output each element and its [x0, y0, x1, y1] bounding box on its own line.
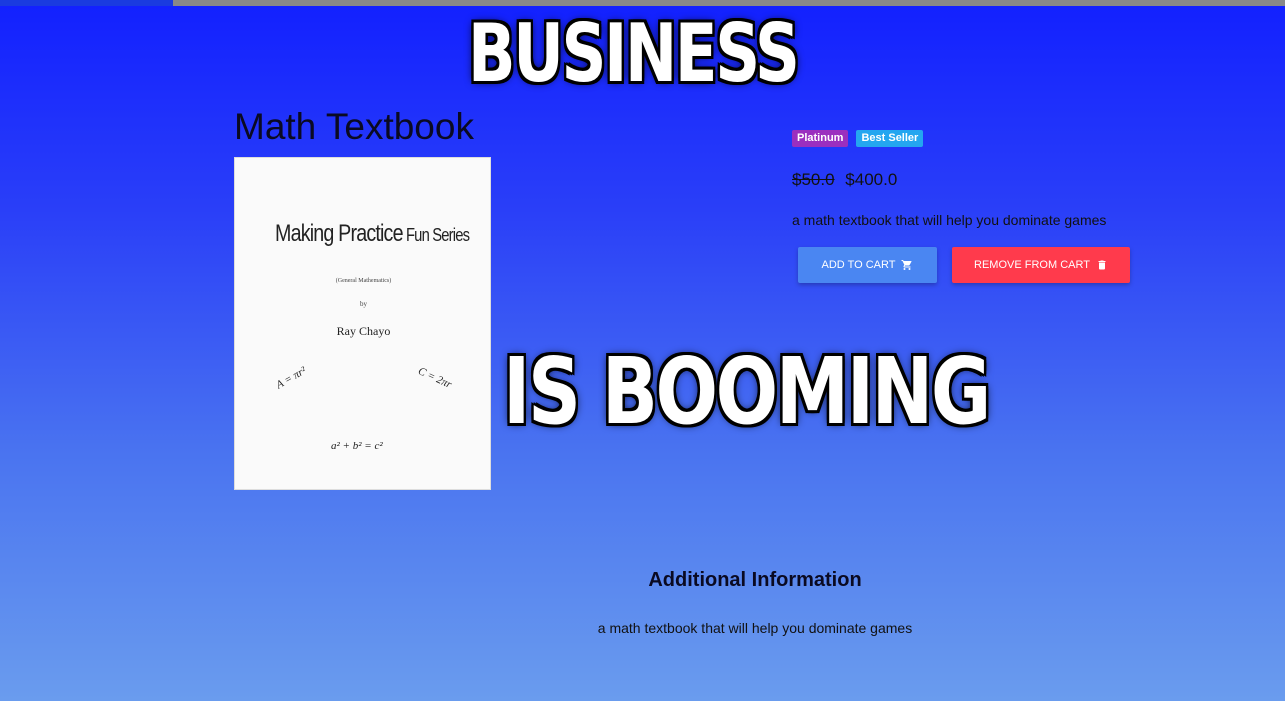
trash-icon [1098, 260, 1106, 270]
cover-author: Ray Chayo [336, 324, 391, 338]
cart-icon [901, 260, 912, 270]
cover-by: by [360, 300, 367, 308]
additional-info-text: a math textbook that will help you domin… [597, 620, 913, 636]
current-price: $400.0 [845, 170, 898, 189]
add-to-cart-button[interactable]: ADD TO CART [798, 247, 937, 283]
badge-best-seller: Best Seller [856, 130, 924, 147]
old-price: $50.0 [792, 170, 835, 189]
page-progress-fill [0, 0, 174, 6]
meme-top-caption: BUSINESS [468, 7, 800, 100]
cover-formula-area: A = πr² [274, 364, 309, 392]
product-cover-image: Making Practice Fun Series (General Math… [234, 157, 491, 490]
product-description: a math textbook that will help you domin… [792, 212, 1107, 228]
additional-info-title: Additional Information [648, 569, 862, 591]
remove-from-cart-button[interactable]: REMOVE FROM CART [952, 247, 1130, 283]
page-progress-bar [0, 0, 1285, 6]
product-badges: Platinum Best Seller [792, 130, 924, 147]
badge-platinum: Platinum [792, 130, 849, 147]
meme-bottom-caption: IS BOOMING [503, 338, 991, 445]
cover-formula-pythagoras: a² + b² = c² [331, 440, 383, 452]
product-prices: $50.0 $400.0 [792, 170, 897, 190]
cover-series-main: Making Practice [275, 220, 404, 247]
add-to-cart-label: ADD TO CART [821, 259, 896, 271]
cover-subtitle: (General Mathematics) [335, 278, 392, 284]
cover-series-rest: Fun Series [402, 225, 470, 245]
cover-series-title: Making Practice Fun Series [275, 220, 470, 248]
product-title: Math Textbook [234, 106, 474, 147]
remove-from-cart-label: REMOVE FROM CART [974, 259, 1090, 271]
cover-formula-circumference: C = 2πr [416, 365, 454, 391]
